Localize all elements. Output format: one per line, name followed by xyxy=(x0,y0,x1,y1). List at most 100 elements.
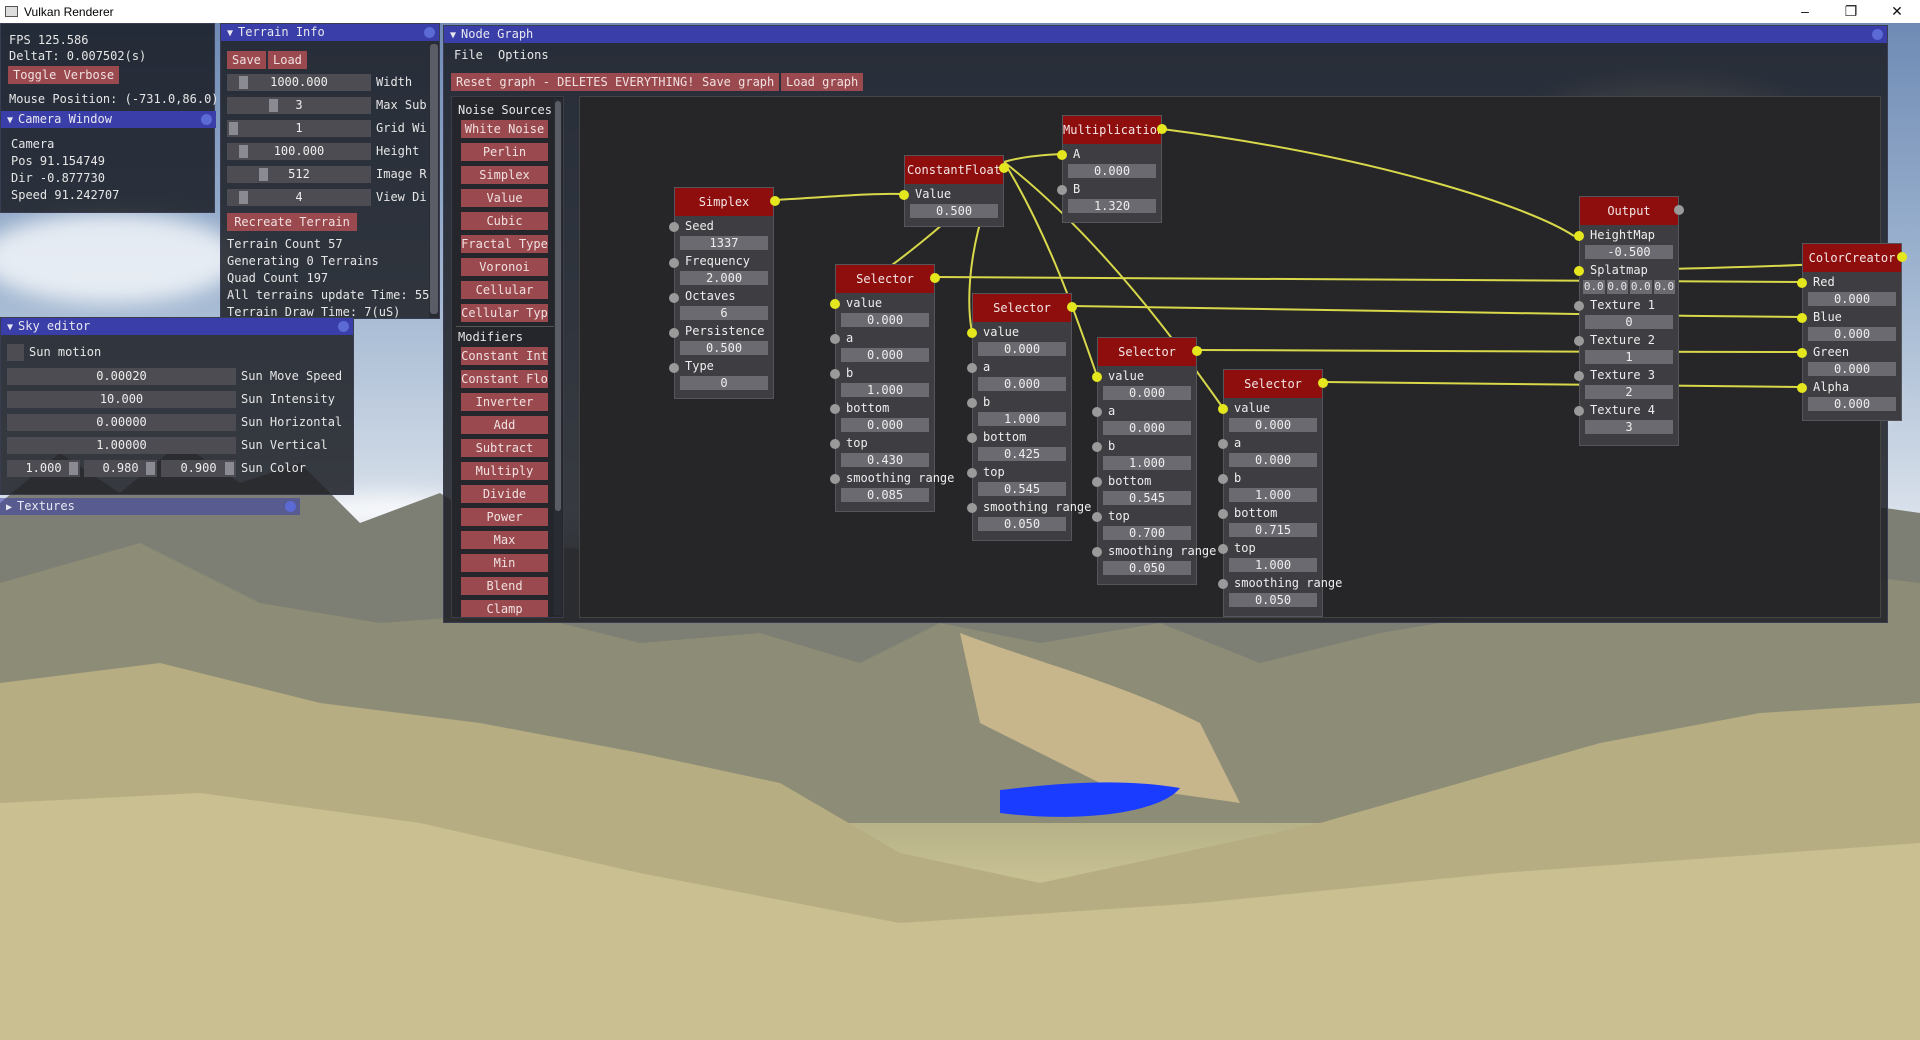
slider-grab[interactable] xyxy=(229,122,238,135)
sun-color-r[interactable]: 1.000 xyxy=(7,460,80,477)
splat-value[interactable]: 0.0 xyxy=(1653,280,1675,294)
input-pin[interactable] xyxy=(1574,371,1584,381)
input-pin[interactable] xyxy=(1092,407,1102,417)
reset-graph-button[interactable]: Reset graph - DELETES EVERYTHING! xyxy=(451,73,700,91)
camera-window-header[interactable]: ▼ Camera Window xyxy=(1,111,216,128)
splat-value[interactable]: 0.0 xyxy=(1630,280,1652,294)
splat-value[interactable]: 0.0 xyxy=(1583,280,1605,294)
sun-color-b[interactable]: 0.900 xyxy=(161,460,236,477)
input-pin[interactable] xyxy=(967,363,977,373)
input-pin[interactable] xyxy=(669,293,679,303)
multiplication-node[interactable]: Multiplication A 0.000 B 1.320 xyxy=(1057,115,1167,223)
toggle-verbose-button[interactable]: Toggle Verbose xyxy=(8,66,120,84)
output-pin[interactable] xyxy=(1157,124,1167,134)
node-title[interactable]: Selector xyxy=(1098,338,1196,366)
input-pin[interactable] xyxy=(1092,477,1102,487)
save-graph-button[interactable]: Save graph xyxy=(697,73,780,91)
selector-node-3[interactable]: Selector value 0.000 a 0.000 b 1.000 bot… xyxy=(1092,337,1216,585)
max-sub-slider[interactable]: 3 xyxy=(227,97,371,114)
node-title[interactable]: Simplex xyxy=(675,188,773,216)
cubic-button[interactable]: Cubic xyxy=(461,212,548,230)
terrain-save-button[interactable]: Save xyxy=(227,51,266,69)
input-pin[interactable] xyxy=(1092,372,1102,382)
input-pin[interactable] xyxy=(1218,474,1228,484)
node-title[interactable]: Multiplication xyxy=(1063,116,1161,144)
input-pin[interactable] xyxy=(1218,404,1228,414)
input-pin[interactable] xyxy=(830,299,840,309)
input-pin[interactable] xyxy=(830,334,840,344)
close-dot-icon[interactable] xyxy=(1872,29,1883,40)
texture-4-value[interactable]: 3 xyxy=(1585,420,1673,434)
a-value[interactable]: 0.000 xyxy=(1103,421,1191,435)
texture-3-value[interactable]: 2 xyxy=(1585,385,1673,399)
simplex-button[interactable]: Simplex xyxy=(461,166,548,184)
node-title[interactable]: ConstantFloat xyxy=(905,156,1003,184)
input-pin[interactable] xyxy=(1218,544,1228,554)
node-title[interactable]: Selector xyxy=(973,294,1071,322)
constant-float-button[interactable]: Constant Flo xyxy=(461,370,548,388)
input-pin[interactable] xyxy=(830,369,840,379)
input-pin[interactable] xyxy=(967,503,977,513)
smoothing-range-value[interactable]: 0.050 xyxy=(1229,593,1317,607)
blue-value[interactable]: 0.000 xyxy=(1808,327,1896,341)
input-pin[interactable] xyxy=(899,190,909,200)
b-value[interactable]: 1.320 xyxy=(1068,199,1156,213)
input-pin[interactable] xyxy=(1092,442,1102,452)
output-node[interactable]: Output HeightMap -0.500 Splatmap 0.0 0.0… xyxy=(1574,196,1684,446)
selector-node-1[interactable]: Selector value 0.000 a 0.000 b 1.000 bot… xyxy=(830,264,954,512)
recreate-terrain-button[interactable]: Recreate Terrain xyxy=(227,213,357,231)
frequency-value[interactable]: 2.000 xyxy=(680,271,768,285)
green-value[interactable]: 0.000 xyxy=(1808,362,1896,376)
output-pin[interactable] xyxy=(930,273,940,283)
input-pin[interactable] xyxy=(669,258,679,268)
node-title[interactable]: Selector xyxy=(1224,370,1322,398)
max-button[interactable]: Max xyxy=(461,531,548,549)
input-pin[interactable] xyxy=(1574,336,1584,346)
slider-grab[interactable] xyxy=(239,145,248,158)
sun-intensity-input[interactable]: 10.000 xyxy=(7,391,236,408)
node-title[interactable]: Output xyxy=(1580,197,1678,225)
close-dot-icon[interactable] xyxy=(285,501,296,512)
top-value[interactable]: 0.430 xyxy=(841,453,929,467)
value-value[interactable]: 0.500 xyxy=(910,204,998,218)
add-button[interactable]: Add xyxy=(461,416,548,434)
smoothing-range-value[interactable]: 0.050 xyxy=(1103,561,1191,575)
divide-button[interactable]: Divide xyxy=(461,485,548,503)
value-value[interactable]: 0.000 xyxy=(1103,386,1191,400)
inverter-button[interactable]: Inverter xyxy=(461,393,548,411)
value-value[interactable]: 0.000 xyxy=(978,342,1066,356)
simplex-node[interactable]: Simplex Seed 1337 Frequency 2.000 Octave… xyxy=(669,187,780,399)
input-pin[interactable] xyxy=(967,328,977,338)
close-dot-icon[interactable] xyxy=(201,114,212,125)
octaves-value[interactable]: 6 xyxy=(680,306,768,320)
power-button[interactable]: Power xyxy=(461,508,548,526)
output-pin[interactable] xyxy=(770,196,780,206)
input-pin[interactable] xyxy=(1218,509,1228,519)
input-pin[interactable] xyxy=(1092,512,1102,522)
terrain-load-button[interactable]: Load xyxy=(268,51,307,69)
smoothing-range-value[interactable]: 0.050 xyxy=(978,517,1066,531)
perlin-button[interactable]: Perlin xyxy=(461,143,548,161)
color-creator-node[interactable]: ColorCreator Red 0.000 Blue 0.000 Green … xyxy=(1797,243,1907,421)
b-value[interactable]: 1.000 xyxy=(1229,488,1317,502)
input-pin[interactable] xyxy=(967,398,977,408)
input-pin[interactable] xyxy=(1057,185,1067,195)
splat-value[interactable]: 0.0 xyxy=(1606,280,1628,294)
image-res-slider[interactable]: 512 xyxy=(227,166,371,183)
slider-grab[interactable] xyxy=(146,462,155,475)
input-pin[interactable] xyxy=(1218,579,1228,589)
blend-button[interactable]: Blend xyxy=(461,577,548,595)
input-pin[interactable] xyxy=(1574,406,1584,416)
input-pin[interactable] xyxy=(1057,150,1067,160)
output-pin[interactable] xyxy=(1318,378,1328,388)
height-slider[interactable]: 100.000 xyxy=(227,143,371,160)
restore-button[interactable]: ❐ xyxy=(1828,0,1874,23)
clamp-button[interactable]: Clamp xyxy=(461,600,548,617)
a-value[interactable]: 0.000 xyxy=(978,377,1066,391)
value-button[interactable]: Value xyxy=(461,189,548,207)
terrain-scrollbar[interactable] xyxy=(429,42,439,318)
output-pin[interactable] xyxy=(1067,302,1077,312)
input-pin[interactable] xyxy=(1797,348,1807,358)
white-noise-button[interactable]: White Noise xyxy=(461,120,548,138)
red-value[interactable]: 0.000 xyxy=(1808,292,1896,306)
